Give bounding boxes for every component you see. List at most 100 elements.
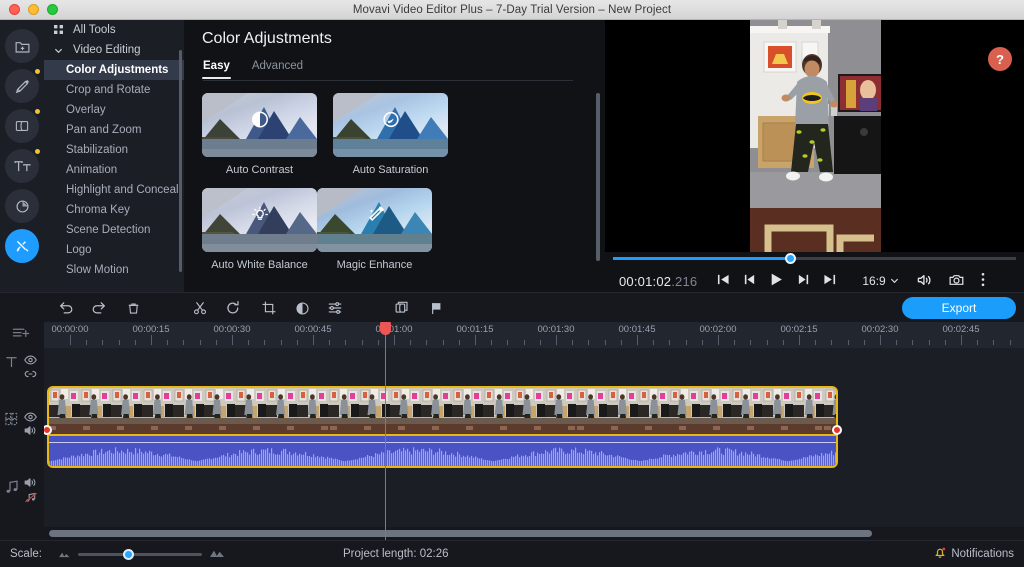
notifications-button[interactable]: Notifications — [934, 546, 1014, 562]
scale-slider[interactable] — [58, 547, 225, 561]
clip-right-handle[interactable] — [832, 425, 842, 435]
sidebar-item-logo[interactable]: Logo — [44, 240, 184, 260]
transitions-button[interactable] — [5, 109, 40, 143]
scale-slider-handle[interactable] — [122, 548, 134, 560]
sidebar-item-all-tools[interactable]: All Tools — [44, 20, 184, 40]
sidebar-item-chroma-key[interactable]: Chroma Key — [44, 200, 184, 220]
window-title: Movavi Video Editor Plus – 7-Day Trial V… — [352, 3, 672, 16]
preset-auto-white-balance[interactable]: Auto White Balance — [202, 188, 317, 271]
clip-thumbnails — [49, 388, 836, 434]
add-track-button[interactable] — [12, 326, 31, 345]
sidebar-item-overlay[interactable]: Overlay — [44, 100, 184, 120]
zoom-out-icon[interactable] — [58, 547, 71, 561]
titles-track-icon-group — [5, 355, 18, 372]
playhead[interactable] — [380, 322, 391, 540]
preset-thumbnail — [202, 188, 317, 252]
marker-button[interactable] — [425, 297, 447, 319]
help-button[interactable]: ? — [988, 47, 1012, 71]
audio-track-mute-toggle[interactable] — [24, 477, 37, 491]
ruler-label: 00:00:45 — [294, 324, 332, 335]
titles-track-link-toggle[interactable] — [24, 368, 37, 382]
sidebar-item-pan-and-zoom[interactable]: Pan and Zoom — [44, 120, 184, 140]
import-media-button[interactable] — [5, 29, 39, 63]
split-button[interactable] — [189, 297, 211, 319]
color-adjustments-panel: Color Adjustments Easy Advanced Auto Con… — [184, 20, 605, 292]
play-button[interactable] — [769, 272, 784, 290]
sidebar-item-color-adjustments[interactable]: Color Adjustments — [44, 60, 184, 80]
next-frame-button[interactable] — [797, 273, 810, 289]
overlay-track-visibility-toggle[interactable] — [24, 411, 37, 425]
sidebar-label: Color Adjustments — [66, 64, 169, 76]
audio-volume-line[interactable] — [49, 442, 836, 443]
zoom-in-icon[interactable] — [209, 547, 225, 561]
clip-thumbnail-frame — [762, 388, 793, 434]
rotate-button[interactable] — [222, 297, 244, 319]
tab-easy[interactable]: Easy — [202, 60, 231, 79]
aspect-ratio-selector[interactable]: 16:9 — [862, 274, 898, 288]
sidebar-item-video-editing[interactable]: Video Editing — [44, 40, 184, 60]
more-tools-button[interactable] — [5, 229, 39, 263]
overlay-track-mute-toggle[interactable] — [24, 425, 37, 439]
sidebar-item-stabilization[interactable]: Stabilization — [44, 140, 184, 160]
timeline-tracks — [44, 348, 1024, 540]
sidebar-item-scene-detection[interactable]: Scene Detection — [44, 220, 184, 240]
sidebar-item-crop-and-rotate[interactable]: Crop and Rotate — [44, 80, 184, 100]
tab-label: Advanced — [251, 60, 304, 72]
sidebar-item-slow-motion[interactable]: Slow Motion — [44, 260, 184, 280]
filters-button[interactable] — [5, 69, 40, 103]
redo-button[interactable] — [88, 297, 110, 319]
video-clip[interactable] — [47, 386, 838, 468]
color-adjust-button[interactable] — [291, 297, 313, 319]
clip-thumbnail-frame — [235, 388, 266, 434]
sidebar-label: Logo — [66, 244, 92, 256]
undo-button[interactable] — [55, 297, 77, 319]
sidebar-label: All Tools — [73, 24, 116, 36]
ruler-label: 00:01:15 — [456, 324, 494, 335]
tools-sidebar-scrollbar[interactable] — [179, 50, 182, 272]
player-right-controls — [917, 272, 985, 290]
snapshot-button[interactable] — [949, 273, 964, 290]
clip-thumbnail-frame — [173, 388, 204, 434]
more-options-button[interactable] — [981, 272, 985, 290]
sidebar-item-highlight-and-conceal[interactable]: Highlight and Conceal — [44, 180, 184, 200]
preset-magic-enhance[interactable]: Magic Enhance — [317, 188, 432, 271]
white-balance-icon — [250, 205, 269, 227]
sidebar-label: Crop and Rotate — [66, 84, 151, 96]
left-tool-rail — [0, 20, 44, 292]
export-button[interactable]: Export — [902, 297, 1016, 319]
preset-panel-scrollbar[interactable] — [596, 93, 600, 261]
timeline-ruler[interactable]: 00:00:00 00:00:15 00:00:30 00:00:45 00:0… — [44, 322, 1024, 348]
delete-button[interactable] — [122, 297, 144, 319]
properties-button[interactable] — [324, 297, 346, 319]
tools-sidebar: All Tools Video Editing Color Adjustment… — [44, 20, 184, 292]
playhead-handle[interactable] — [380, 322, 391, 335]
preview-seek-bar[interactable] — [613, 252, 1016, 266]
preset-thumbnail — [202, 93, 317, 157]
go-to-start-button[interactable] — [717, 273, 730, 289]
preset-auto-contrast[interactable]: Auto Contrast — [202, 93, 317, 176]
clip-thumbnail-frame — [607, 388, 638, 434]
crop-button[interactable] — [258, 297, 280, 319]
notifications-label: Notifications — [951, 548, 1014, 560]
seek-handle[interactable] — [785, 253, 797, 264]
audio-track-waveform-toggle[interactable] — [24, 492, 38, 506]
scale-slider-track[interactable] — [77, 548, 202, 560]
overlay-track-icon-group — [5, 412, 18, 429]
go-to-end-button[interactable] — [823, 273, 836, 289]
previous-frame-button[interactable] — [743, 273, 756, 289]
add-title-button[interactable] — [391, 297, 413, 319]
sidebar-item-animation[interactable]: Animation — [44, 160, 184, 180]
tab-advanced[interactable]: Advanced — [252, 60, 303, 79]
volume-button[interactable] — [917, 273, 932, 290]
audio-waveform — [49, 447, 836, 466]
ruler-label: 00:01:45 — [618, 324, 656, 335]
titles-track-visibility-toggle[interactable] — [24, 354, 37, 368]
tabs-divider — [203, 80, 573, 81]
clip-thumbnail-frame — [204, 388, 235, 434]
titles-button[interactable] — [5, 149, 40, 183]
clip-audio — [49, 436, 836, 466]
clip-thumbnail-frame — [514, 388, 545, 434]
stickers-button[interactable] — [5, 189, 39, 223]
preset-auto-saturation[interactable]: Auto Saturation — [333, 93, 448, 176]
timeline-scrollbar[interactable] — [49, 530, 872, 537]
